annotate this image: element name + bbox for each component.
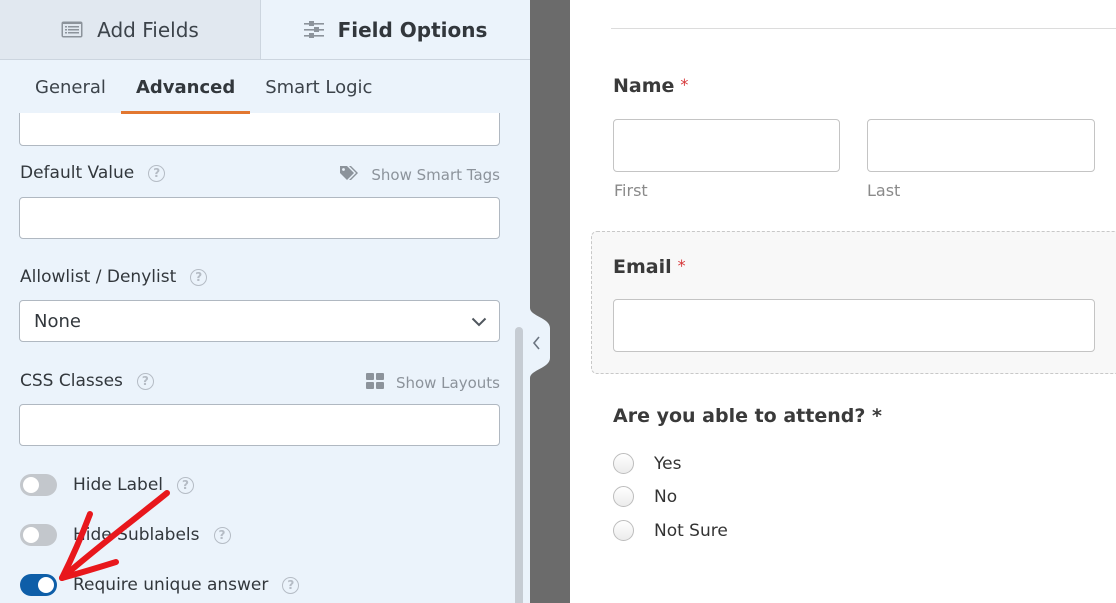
list-icon (61, 21, 83, 38)
radio-option-no[interactable]: No (613, 486, 677, 507)
help-icon[interactable]: ? (148, 164, 166, 182)
last-name-input[interactable] (867, 119, 1095, 172)
tab-field-options-label: Field Options (337, 17, 488, 42)
chevron-down-icon (471, 311, 487, 332)
collapse-panel-button[interactable] (530, 308, 552, 378)
panel-divider (530, 0, 570, 603)
require-unique-text: Require unique answer (73, 575, 269, 595)
tab-general[interactable]: General (20, 60, 121, 114)
attend-field-label: Are you able to attend? * (613, 405, 882, 427)
allowlist-label: Allowlist / Denylist ? (20, 267, 208, 287)
form-preview: Name * First Last Email * Are you able to … (570, 0, 1116, 603)
hide-sublabels-row: Hide Sublabels ? (20, 524, 231, 546)
radio-label: No (654, 486, 678, 507)
show-layouts-label: Show Layouts (395, 374, 500, 392)
allowlist-selected-value: None (34, 310, 81, 332)
hide-sublabels-text: Hide Sublabels (73, 525, 200, 545)
tab-add-fields-label: Add Fields (97, 17, 199, 42)
hide-label-row: Hide Label ? (20, 474, 195, 496)
help-icon[interactable]: ? (213, 526, 231, 544)
toggle-knob (38, 577, 54, 593)
css-classes-input[interactable] (19, 404, 500, 446)
css-classes-label-text: CSS Classes (20, 371, 123, 391)
panel-top-tabs: Add Fields Field Options (0, 0, 530, 60)
tab-add-fields[interactable]: Add Fields (0, 0, 261, 59)
grid-icon (365, 373, 384, 393)
email-input[interactable] (613, 299, 1095, 352)
allowlist-label-text: Allowlist / Denylist (20, 267, 177, 287)
default-value-input[interactable] (19, 197, 500, 239)
help-icon[interactable]: ? (282, 576, 300, 594)
show-layouts-link[interactable]: Show Layouts (365, 373, 500, 393)
radio-option-yes[interactable]: Yes (613, 453, 681, 474)
require-unique-toggle[interactable] (20, 574, 57, 596)
last-sublabel: Last (867, 181, 901, 200)
hide-label-text: Hide Label (73, 475, 164, 495)
first-sublabel: First (614, 181, 648, 200)
panel-scrollbar[interactable] (515, 327, 523, 603)
show-smart-tags-label: Show Smart Tags (371, 166, 500, 184)
required-mark: * (677, 256, 686, 275)
tab-smart-logic[interactable]: Smart Logic (250, 60, 387, 114)
sliders-icon (303, 20, 324, 39)
email-label-text: Email (613, 256, 672, 278)
radio-button[interactable] (613, 520, 634, 541)
toggle-knob (23, 477, 39, 493)
allowlist-select[interactable]: None (19, 300, 500, 342)
radio-label: Not Sure (654, 520, 728, 541)
name-label-text: Name (613, 75, 675, 97)
tab-advanced[interactable]: Advanced (120, 60, 251, 114)
toggle-knob (23, 527, 39, 543)
hide-sublabels-toggle[interactable] (20, 524, 57, 546)
name-field-label: Name * (613, 75, 688, 97)
require-unique-row: Require unique answer ? (20, 574, 300, 596)
field-options-panel: Add Fields Field Options General Advance… (0, 0, 530, 603)
tab-field-options[interactable]: Field Options (261, 0, 530, 59)
default-value-label-text: Default Value (20, 163, 135, 183)
hide-label-toggle[interactable] (20, 474, 57, 496)
required-mark: * (680, 75, 689, 94)
radio-label: Yes (654, 453, 682, 474)
radio-button[interactable] (613, 453, 634, 474)
help-icon[interactable]: ? (136, 372, 154, 390)
email-field-label: Email * (613, 256, 686, 278)
css-classes-label: CSS Classes ? (20, 371, 154, 391)
radio-button[interactable] (613, 486, 634, 507)
help-icon[interactable]: ? (177, 476, 195, 494)
radio-option-not-sure[interactable]: Not Sure (613, 520, 728, 541)
show-smart-tags-link[interactable]: Show Smart Tags (339, 165, 500, 185)
help-icon[interactable]: ? (190, 268, 208, 286)
first-name-input[interactable] (613, 119, 840, 172)
default-value-label: Default Value ? (20, 163, 166, 183)
options-sub-tabs-overlay: General Advanced Smart Logic (0, 60, 530, 114)
preview-top-rule (611, 28, 1116, 29)
tag-icon (339, 165, 359, 185)
